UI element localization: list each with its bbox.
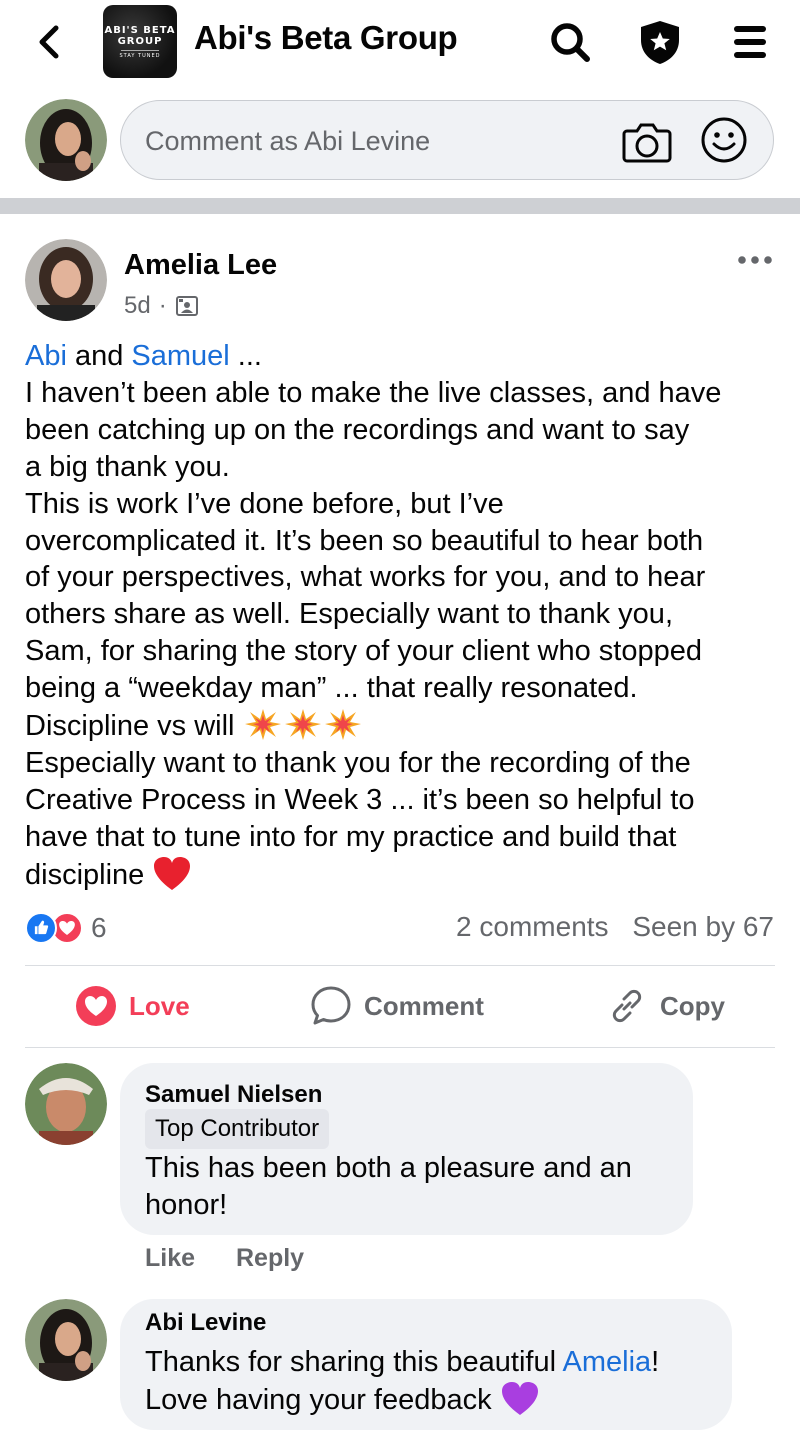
current-user-avatar[interactable] xyxy=(25,99,107,181)
mention-samuel[interactable]: Samuel xyxy=(131,340,229,372)
group-header: ABI'S BETA GROUP STAY TUNED Abi's Beta G… xyxy=(0,0,800,84)
comment-text: Thanks for sharing this beautiful Amelia… xyxy=(145,1344,659,1419)
post-line: Sam, for sharing the story of your clien… xyxy=(25,635,703,668)
comment-line-text: Thanks for sharing this beautiful xyxy=(145,1346,563,1378)
red-heart-emoji-icon xyxy=(154,856,191,890)
thumb-divider xyxy=(121,50,159,51)
post-line: being a “weekday man” ... that really re… xyxy=(25,672,638,705)
post-age[interactable]: 5d xyxy=(124,292,151,320)
post-stats: 2 comments Seen by 67 xyxy=(456,911,774,943)
like-comment-button[interactable]: Like xyxy=(145,1244,195,1272)
comment-line: honor! xyxy=(145,1188,228,1221)
thumb-tagline: STAY TUNED xyxy=(119,53,161,59)
group-audience-icon xyxy=(175,296,198,316)
smiley-icon[interactable] xyxy=(699,115,749,165)
post-meta: 5d · xyxy=(124,292,199,320)
mention-joiner: and xyxy=(66,340,132,372)
comment-button[interactable]: Comment xyxy=(310,982,484,1030)
group-cover-thumbnail[interactable]: ABI'S BETA GROUP STAY TUNED xyxy=(103,5,177,78)
comment-line: Love having your feedback xyxy=(145,1381,659,1419)
collision-emoji-icon xyxy=(244,709,281,741)
collision-emoji-icon xyxy=(324,709,361,741)
divider xyxy=(25,1047,775,1048)
post-line: discipline xyxy=(25,856,785,894)
comment-label: Comment xyxy=(364,990,484,1021)
comment-line-text: ! xyxy=(651,1346,660,1378)
mention-amelia[interactable]: Amelia xyxy=(563,1346,652,1378)
mention-ellipsis: ... xyxy=(229,340,262,372)
post-line: Especially want to thank you for the rec… xyxy=(25,746,691,779)
post-line: a big thank you. xyxy=(25,450,230,483)
comment-bubble-icon xyxy=(311,986,351,1025)
post-line: have that to tune into for my practice a… xyxy=(25,820,677,853)
post-line: I haven’t been able to make the live cla… xyxy=(25,376,722,409)
mention-abi[interactable]: Abi xyxy=(25,340,67,372)
love-button[interactable]: Love xyxy=(75,982,190,1030)
reaction-count: 6 xyxy=(91,912,107,943)
commenter-name[interactable]: Samuel Nielsen xyxy=(145,1081,322,1109)
menu-icon[interactable] xyxy=(726,18,774,66)
link-icon xyxy=(612,989,642,1023)
thumb-title-line1: ABI'S BETA xyxy=(104,25,176,36)
copy-label: Copy xyxy=(660,990,725,1021)
post-author-avatar[interactable] xyxy=(25,239,107,321)
post-line: overcomplicated it. It’s been so beautif… xyxy=(25,524,704,557)
love-label: Love xyxy=(129,990,190,1021)
post-line-text: discipline xyxy=(25,858,153,891)
comment-line: This has been both a pleasure and an xyxy=(145,1152,632,1184)
post-line: others share as well. Especially want to… xyxy=(25,598,673,631)
top-contributor-badge: Top Contributor xyxy=(145,1109,330,1149)
commenter-name[interactable]: Abi Levine xyxy=(145,1309,266,1337)
post-text: Abi and Samuel ... I haven’t been able t… xyxy=(25,338,785,894)
thumb-title-line2: GROUP xyxy=(117,36,163,47)
camera-icon[interactable] xyxy=(621,117,673,165)
collision-emoji-icon xyxy=(284,709,321,741)
group-title[interactable]: Abi's Beta Group xyxy=(194,19,458,57)
post-line: Abi and Samuel ... xyxy=(25,338,785,375)
comment-input[interactable] xyxy=(145,123,585,159)
comment-line-text: Love having your feedback xyxy=(145,1383,500,1416)
comments-count[interactable]: 2 comments xyxy=(456,911,609,942)
seen-by-count[interactable]: Seen by 67 xyxy=(632,911,774,942)
back-chevron-icon[interactable] xyxy=(30,20,70,64)
post-line: This is work I’ve done before, but I’ve xyxy=(25,487,504,520)
comment-text: This has been both a pleasure and an hon… xyxy=(145,1150,632,1224)
comment-composer[interactable] xyxy=(120,100,774,180)
comment-actions: Like Reply xyxy=(145,1244,304,1273)
post-line: Creative Process in Week 3 ... it’s been… xyxy=(25,783,695,816)
copy-button[interactable]: Copy xyxy=(606,982,725,1030)
post-line: Discipline vs will xyxy=(25,707,785,745)
purple-heart-emoji-icon xyxy=(501,1381,538,1415)
love-reaction-icon xyxy=(76,986,116,1026)
section-divider xyxy=(0,198,800,214)
post-line-text: Discipline vs will xyxy=(25,710,243,743)
post-line: of your perspectives, what works for you… xyxy=(25,561,706,594)
comment-bubble: Abi Levine Thanks for sharing this beaut… xyxy=(120,1299,732,1430)
reaction-summary[interactable]: 6 xyxy=(25,911,107,945)
post-author-name[interactable]: Amelia Lee xyxy=(124,249,277,282)
more-options-icon[interactable] xyxy=(735,250,775,270)
comment-bubble: Samuel Nielsen Top Contributor This has … xyxy=(120,1063,693,1235)
commenter-avatar[interactable] xyxy=(25,1063,107,1145)
search-icon[interactable] xyxy=(546,18,594,66)
shield-star-icon[interactable] xyxy=(636,18,684,66)
reply-comment-button[interactable]: Reply xyxy=(236,1244,304,1272)
comment-line: Thanks for sharing this beautiful Amelia… xyxy=(145,1344,659,1381)
post-line: been catching up on the recordings and w… xyxy=(25,413,690,446)
commenter-avatar[interactable] xyxy=(25,1299,107,1381)
like-reaction-icon xyxy=(25,912,57,944)
meta-separator: · xyxy=(158,292,167,319)
divider xyxy=(25,965,775,966)
